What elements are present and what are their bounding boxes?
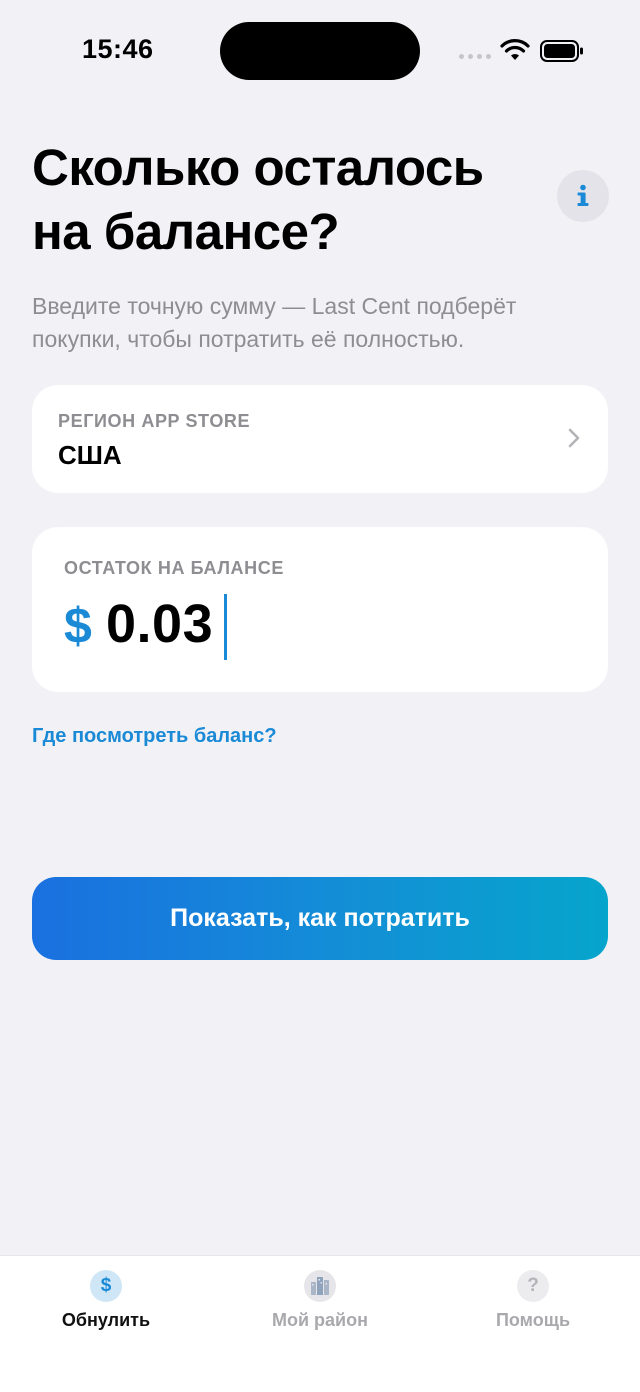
page-subtitle: Введите точную сумму — Last Cent подберё… [32, 293, 517, 352]
status-time: 15:46 [82, 34, 154, 64]
battery-icon [540, 40, 583, 62]
tab-label: Помощь [495, 1310, 571, 1330]
tab-label: Мой район [272, 1310, 368, 1330]
balance-amount-input[interactable]: 0.03 [106, 593, 213, 655]
tab-reset[interactable]: $ Обнулить [6, 1256, 206, 1356]
tab-label: Обнулить [61, 1310, 151, 1330]
dynamic-island [220, 22, 420, 80]
region-value: США [58, 440, 122, 470]
text-caret [224, 594, 227, 660]
status-bar: 15:46 [0, 0, 640, 100]
info-icon [577, 184, 589, 206]
tab-my-district[interactable]: Мой район [220, 1256, 420, 1356]
info-button[interactable] [557, 170, 609, 222]
tab-help[interactable]: ? Помощь [433, 1256, 633, 1356]
question-icon: ? [517, 1270, 549, 1302]
where-to-see-balance-link[interactable]: Где посмотреть баланс? [32, 725, 277, 748]
balance-input-card[interactable]: ОСТАТОК НА БАЛАНСЕ $ 0.03 [32, 527, 608, 692]
show-how-to-spend-button[interactable]: Показать, как потратить [32, 877, 608, 960]
currency-symbol: $ [64, 598, 92, 654]
dollar-icon: $ [90, 1270, 122, 1302]
region-selector[interactable]: РЕГИОН APP STORE США [32, 385, 608, 493]
tab-bar: $ Обнулить Мой район ? Помощь [0, 1255, 640, 1392]
city-icon [304, 1270, 336, 1302]
wifi-icon [500, 39, 530, 60]
region-label: РЕГИОН APP STORE [58, 411, 251, 431]
show-how-to-spend-label: Показать, как потратить [170, 904, 470, 932]
cellular-signal-icon [459, 54, 491, 62]
balance-label: ОСТАТОК НА БАЛАНСЕ [64, 558, 284, 578]
page-title: Сколько осталось на балансе? [32, 139, 484, 260]
chevron-right-icon [568, 428, 580, 448]
